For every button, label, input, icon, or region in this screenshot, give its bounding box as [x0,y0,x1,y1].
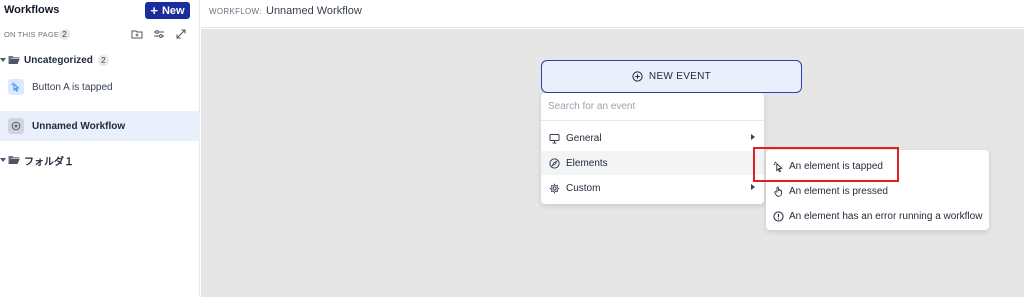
folder-open-icon [8,156,20,164]
expand-icon[interactable] [175,28,187,40]
folder-count-badge: 2 [97,54,109,66]
workflow-prefix: WORKFLOW: [209,7,262,16]
workflow-label: Unnamed Workflow [32,120,126,132]
folder-japanese[interactable]: フォルダ１ [0,151,200,169]
monitor-icon [549,133,560,143]
elements-submenu: An element is tapped An element is press… [766,150,989,230]
workflow-label: Button A is tapped [32,81,113,93]
plus-icon: + [150,3,158,18]
menu-item-label: Elements [566,157,608,169]
tap-pointer-icon [8,79,24,95]
caret-down-icon[interactable] [0,158,6,162]
sidebar-toolbar: ON THIS PAGE 2 [0,27,200,43]
caret-down-icon[interactable] [0,58,6,62]
filter-sliders-icon[interactable] [153,28,165,40]
menu-item-elements[interactable]: Elements [541,151,764,175]
hand-pointer-icon [774,186,783,197]
menu-item-general[interactable]: General [541,126,764,150]
submenu-item-element-tapped[interactable]: An element is tapped [766,154,989,178]
sidebar-title: Workflows [4,4,60,16]
menu-item-label: General [566,132,602,144]
menu-item-label: Custom [566,182,601,194]
gear-icon [549,183,560,193]
plus-circle-icon [632,71,643,82]
workflow-header: WORKFLOW: Unnamed Workflow [201,0,1024,28]
workflow-name[interactable]: Unnamed Workflow [266,5,362,17]
workflow-item-unnamed[interactable]: Unnamed Workflow [0,111,200,141]
new-event-button[interactable]: NEW EVENT [541,60,802,93]
new-event-label: NEW EVENT [648,71,712,82]
submenu-item-label: An element has an error running a workfl… [789,210,983,222]
exclamation-circle-icon [773,210,784,222]
workflow-item-button-a[interactable]: Button A is tapped [0,72,200,102]
folder-label: Uncategorized [24,54,93,66]
tap-pointer-icon [773,160,783,172]
submenu-item-label: An element is tapped [789,160,883,172]
folder-open-icon [8,56,20,64]
folder-uncategorized[interactable]: Uncategorized 2 [0,51,200,69]
new-button-label: New [161,4,185,17]
event-search-row [541,93,764,121]
menu-item-custom[interactable]: Custom [541,176,764,200]
new-folder-icon[interactable] [131,28,143,40]
event-search-input[interactable] [548,101,738,112]
submenu-item-element-pressed[interactable]: An element is pressed [766,179,989,203]
workflows-sidebar: Workflows + New ON THIS PAGE 2 Uncategor… [0,0,200,297]
on-this-page-count: 2 [59,29,70,40]
submenu-item-label: An element is pressed [789,185,888,197]
folder-label: フォルダ１ [24,156,74,168]
submenu-arrow-icon [751,184,755,190]
submenu-item-element-error[interactable]: An element has an error running a workfl… [766,204,989,228]
compass-icon [549,157,560,169]
on-this-page-label: ON THIS PAGE [4,30,60,39]
event-type-menu: General Elements Custom [541,93,764,204]
submenu-arrow-icon [751,134,755,140]
new-workflow-button[interactable]: + New [145,2,190,19]
sidebar-header: Workflows + New [0,0,200,22]
plus-circle-icon [8,118,24,134]
